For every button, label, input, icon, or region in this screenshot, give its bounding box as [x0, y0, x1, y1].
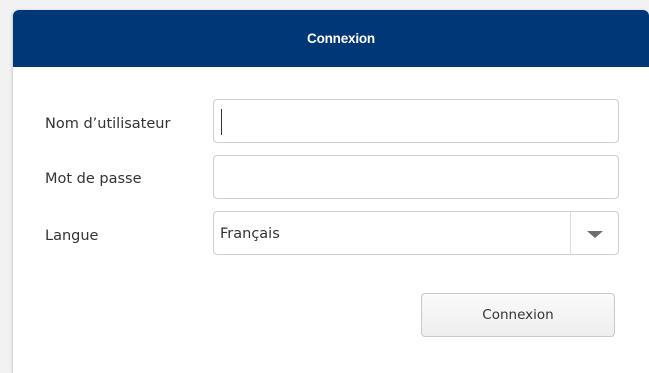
dialog-header: Connexion [13, 10, 649, 67]
chevron-down-icon [586, 231, 603, 238]
username-field[interactable] [213, 99, 619, 143]
dialog-title: Connexion [307, 31, 375, 46]
language-select[interactable]: Français [213, 211, 619, 255]
password-label: Mot de passe [45, 171, 142, 187]
password-input[interactable] [214, 156, 618, 198]
login-dialog: Connexion Nom d’utilisateur Mot de passe… [12, 10, 649, 373]
username-input[interactable] [214, 100, 618, 142]
language-selected-value: Français [220, 226, 280, 242]
username-label: Nom d’utilisateur [45, 116, 171, 132]
dropdown-button[interactable] [571, 212, 618, 254]
login-button[interactable]: Connexion [421, 293, 615, 337]
text-caret [221, 109, 222, 135]
password-field[interactable] [213, 155, 619, 199]
language-label: Langue [45, 228, 99, 244]
